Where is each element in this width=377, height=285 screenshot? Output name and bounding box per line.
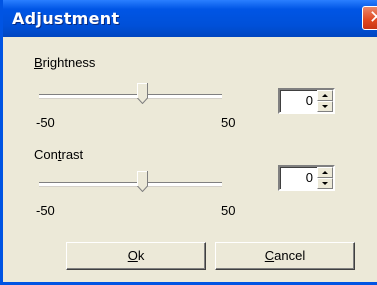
contrast-slider-thumb[interactable] [137, 171, 148, 192]
contrast-label: Contrast [34, 147, 84, 162]
down-arrow-icon[interactable] [317, 178, 333, 189]
contrast-min-label: -50 [36, 203, 55, 218]
contrast-spinbox[interactable]: 0 [278, 165, 335, 191]
brightness-spinbox[interactable]: 0 [278, 88, 335, 114]
title-bar[interactable]: Adjustment ✕ [3, 0, 377, 37]
brightness-value[interactable]: 0 [306, 93, 313, 108]
up-arrow-icon[interactable] [317, 167, 333, 178]
contrast-max-label: 50 [221, 203, 236, 218]
contrast-value[interactable]: 0 [306, 170, 313, 185]
adjustment-dialog: Adjustment ✕ Brightness -50 50 0 Contras… [0, 0, 377, 285]
contrast-slider-track[interactable] [39, 182, 222, 186]
contrast-spin [317, 167, 333, 189]
down-arrow-icon[interactable] [317, 101, 333, 112]
brightness-slider-thumb[interactable] [137, 83, 148, 104]
ok-button[interactable]: Ok [66, 242, 206, 270]
close-icon: ✕ [369, 7, 377, 28]
close-button[interactable]: ✕ [362, 6, 377, 30]
brightness-label: Brightness [34, 55, 96, 70]
brightness-spin [317, 90, 333, 112]
brightness-max-label: 50 [221, 115, 236, 130]
up-arrow-icon[interactable] [317, 90, 333, 101]
window-title: Adjustment [12, 9, 120, 28]
brightness-slider-track[interactable] [39, 94, 222, 98]
cancel-button[interactable]: Cancel [215, 242, 355, 270]
brightness-min-label: -50 [36, 115, 55, 130]
